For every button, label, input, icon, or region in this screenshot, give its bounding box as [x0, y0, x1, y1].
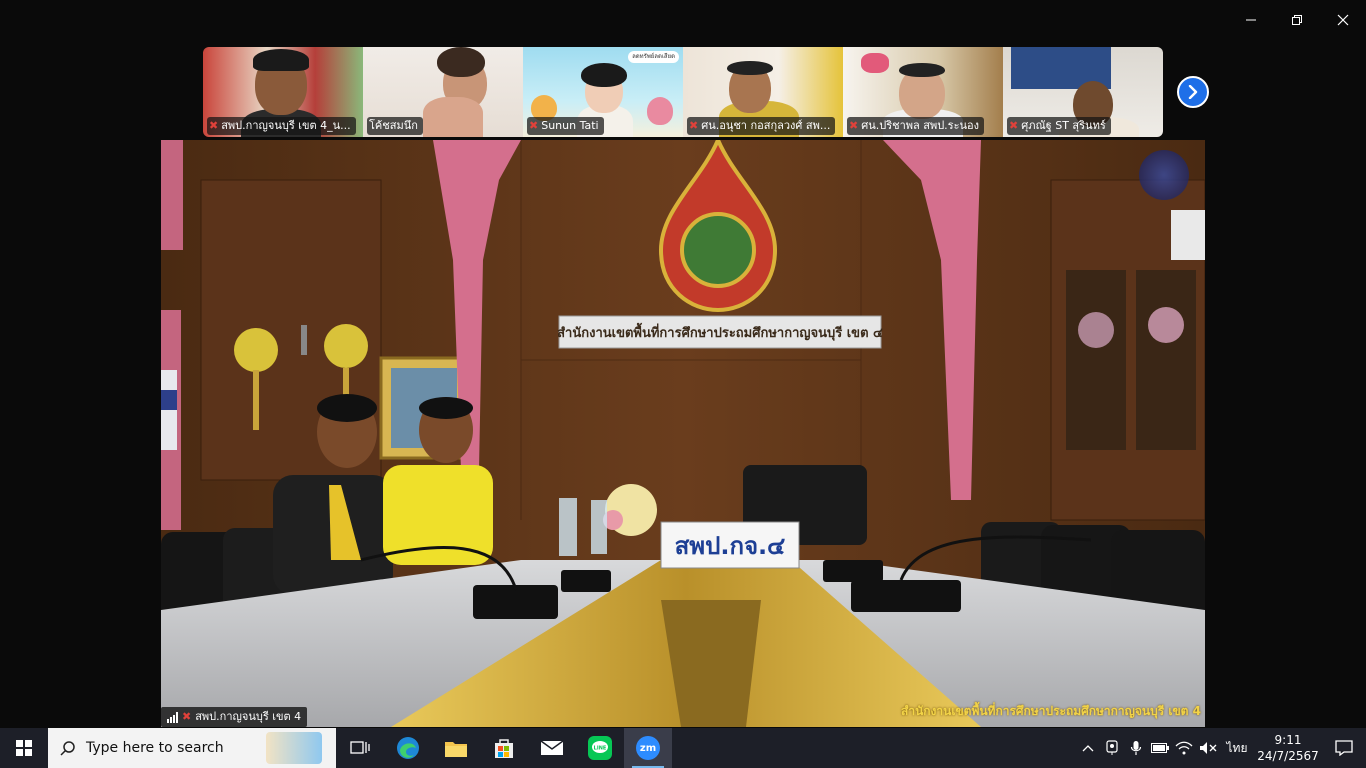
taskbar-mail[interactable]: [528, 728, 576, 768]
mic-muted-icon: ✖: [209, 119, 219, 132]
notification-icon: [1335, 740, 1353, 756]
network-button[interactable]: [1172, 728, 1196, 768]
search-highlight-image: [266, 732, 322, 764]
restore-icon: [1292, 15, 1302, 25]
video-watermark: สำนักงานเขตพื้นที่การศึกษาประถมศึกษากาญจ…: [901, 704, 1201, 718]
edge-icon: [397, 737, 419, 759]
notifications-button[interactable]: [1322, 728, 1366, 768]
folder-icon: [445, 742, 467, 757]
line-app-icon: LINE: [588, 736, 612, 760]
taskbar-edge[interactable]: [384, 728, 432, 768]
participant-tile[interactable]: ลดทรัพย์ลดเสียด ✖ Sunun Tati: [523, 47, 683, 137]
task-view-button[interactable]: [336, 728, 384, 768]
wifi-icon: [1175, 741, 1193, 755]
clock-time: 9:11: [1274, 733, 1302, 747]
mic-muted-icon: ✖: [689, 119, 699, 132]
minimize-icon: [1246, 19, 1256, 21]
store-icon: [495, 739, 513, 758]
participant-name: ✖ ศน.อนุชา กอสกุลวงศ์ สพ...: [687, 117, 836, 135]
input-language-button[interactable]: ไทย: [1220, 728, 1254, 768]
mail-icon: [540, 740, 564, 755]
volume-button[interactable]: [1196, 728, 1220, 768]
participant-name: โค้ชสมนึก: [367, 117, 423, 135]
clock[interactable]: 9:11 24/7/2567: [1254, 732, 1322, 764]
taskbar-file-explorer[interactable]: [432, 728, 480, 768]
active-speaker-label: ✖ สพป.กาญจนบุรี เขต 4: [161, 707, 308, 727]
mic-muted-icon: ✖: [1009, 119, 1019, 132]
volume-muted-icon: [1200, 742, 1217, 754]
chevron-right-icon: [1188, 85, 1198, 99]
mic-muted-icon: ✖: [849, 119, 859, 132]
search-placeholder: Type here to search: [86, 740, 224, 756]
camera-in-use-button[interactable]: [1100, 728, 1124, 768]
channel-logo: [1139, 150, 1189, 200]
input-language: ไทย: [1226, 740, 1248, 755]
participant-tile[interactable]: ✖ ศน.ปริชาพล สพป.ระนอง: [843, 47, 1003, 137]
participant-tile[interactable]: ✖ ศน.อนุชา กอสกุลวงศ์ สพ...: [683, 47, 843, 137]
participant-tile[interactable]: โค้ชสมนึก: [363, 47, 523, 137]
close-button[interactable]: [1320, 0, 1366, 40]
system-tray: ไทย 9:11 24/7/2567: [1076, 728, 1366, 768]
mic-muted-icon: ✖: [182, 710, 192, 723]
microphone-icon: [1130, 741, 1142, 755]
next-page-button[interactable]: [1177, 76, 1209, 108]
meeting-room-scene: [161, 140, 1205, 727]
battery-button[interactable]: [1148, 728, 1172, 768]
chevron-up-icon: [1082, 745, 1094, 752]
taskbar: Type here to search LINE zm ไทย 9:11 24/…: [0, 728, 1366, 768]
webcam-icon: [1106, 740, 1118, 755]
restore-button[interactable]: [1274, 0, 1320, 40]
window-controls: [1228, 0, 1366, 40]
mic-muted-icon: ✖: [529, 119, 539, 132]
windows-logo-icon: [16, 740, 32, 756]
taskbar-line[interactable]: LINE: [576, 728, 624, 768]
minimize-button[interactable]: [1228, 0, 1274, 40]
svg-text:LINE: LINE: [594, 746, 607, 752]
close-icon: [1337, 14, 1349, 26]
main-speaker-video: สำนักงานเขตพื้นที่การศึกษาประถมศึกษากาญจ…: [161, 140, 1205, 727]
room-sign: สำนักงานเขตพื้นที่การศึกษาประถมศึกษากาญจ…: [557, 325, 883, 341]
participant-tile[interactable]: ✖ สพป.กาญจนบุรี เขต 4_น...: [203, 47, 363, 137]
start-button[interactable]: [0, 728, 48, 768]
zoom-window: ✖ สพป.กาญจนบุรี เขต 4_น... โค้ชสมนึก ลดท…: [0, 0, 1366, 728]
participant-name: ✖ ศน.ปริชาพล สพป.ระนอง: [847, 117, 984, 135]
zoom-app-icon: zm: [636, 736, 660, 760]
connection-signal-icon: [167, 711, 178, 723]
participant-name: ✖ ศุภณัฐ ST สุรินทร์: [1007, 117, 1111, 135]
participant-name: ✖ สพป.กาญจนบุรี เขต 4_น...: [207, 117, 356, 135]
taskbar-store[interactable]: [480, 728, 528, 768]
task-view-icon: [350, 741, 370, 754]
battery-icon: [1151, 743, 1169, 753]
participant-tile[interactable]: ✖ ศุภณัฐ ST สุรินทร์: [1003, 47, 1163, 137]
taskbar-search[interactable]: Type here to search: [48, 728, 336, 768]
nameplate: สพป.กจ.๔: [674, 531, 786, 560]
microphone-in-use-button[interactable]: [1124, 728, 1148, 768]
search-icon: [60, 741, 75, 756]
taskbar-zoom[interactable]: zm: [624, 728, 672, 768]
participant-name: ✖ Sunun Tati: [527, 117, 604, 135]
background-logo: ลดทรัพย์ลดเสียด: [628, 51, 679, 63]
participant-strip: ✖ สพป.กาญจนบุรี เขต 4_น... โค้ชสมนึก ลดท…: [203, 47, 1163, 137]
show-hidden-icons-button[interactable]: [1076, 728, 1100, 768]
clock-date: 24/7/2567: [1257, 749, 1319, 763]
